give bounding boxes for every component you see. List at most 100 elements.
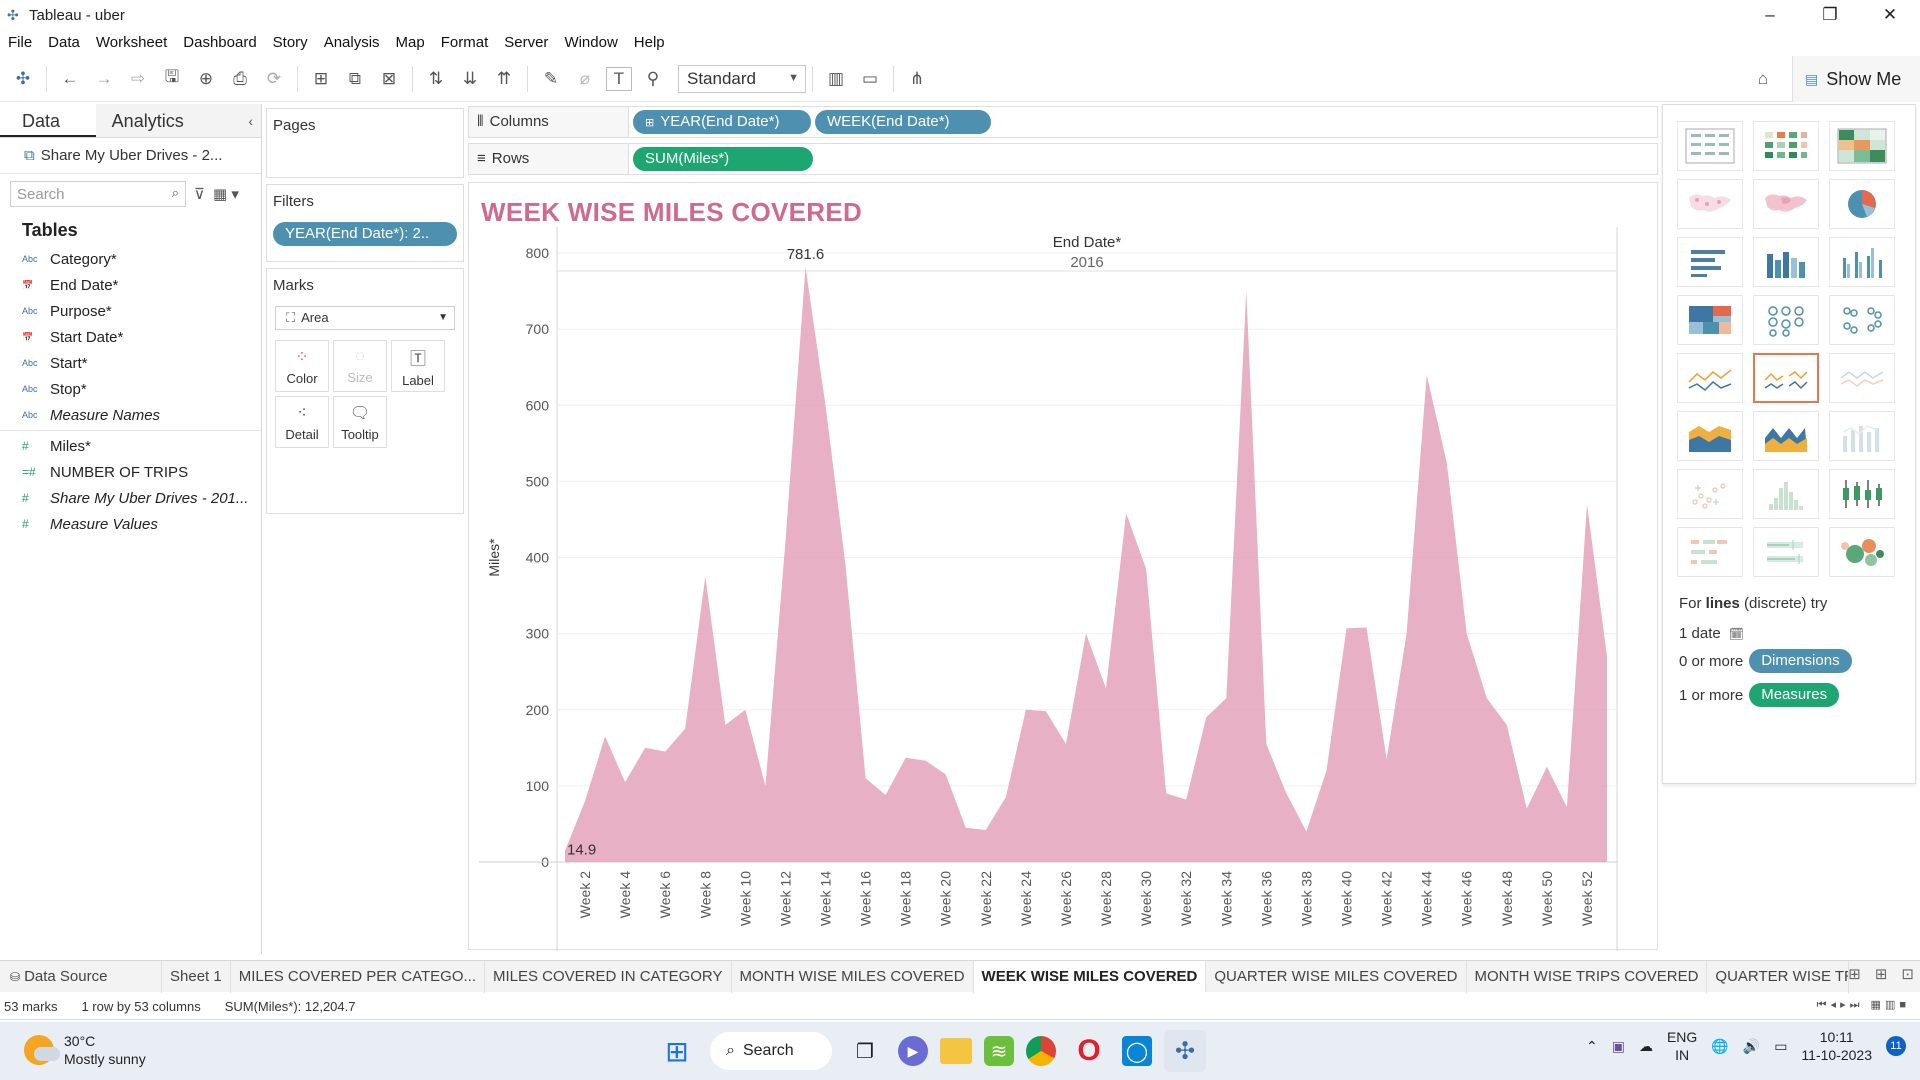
weather-widget[interactable]: 30°C Mostly sunny [24,1032,146,1068]
app-tray-icon[interactable]: ▣ [1612,1038,1625,1055]
filled-map-chart-icon[interactable] [1753,179,1819,229]
field-item[interactable]: # Miles* [0,433,261,459]
data-point[interactable] [662,749,668,755]
label-button[interactable]: 🅃 Label [391,340,445,392]
file-explorer-icon[interactable] [940,1038,972,1064]
discrete-lines-chart-icon[interactable] [1753,353,1819,403]
columns-shelf[interactable]: ⦀ Columns ⊞ YEAR(End Date*) WEEK(End Date*… [468,106,1658,138]
view-options-icon[interactable]: ▦ ▾ [213,185,239,203]
filter-icon[interactable]: ⊽ [194,185,205,203]
new-story-icon[interactable]: ⊡ [1901,965,1914,983]
field-item[interactable]: Abc Category* [0,246,261,272]
opera-icon[interactable]: O [1068,1030,1110,1072]
data-point[interactable] [1243,288,1249,294]
heat-map-chart-icon[interactable] [1753,121,1819,171]
data-point[interactable] [642,745,648,751]
pie-chart-icon[interactable] [1829,179,1895,229]
data-point[interactable] [1283,791,1289,797]
tab-sheet[interactable]: QUARTER WISE TRI [1707,960,1850,993]
field-item[interactable]: # Share My Uber Drives - 201... [0,485,261,511]
menu-map[interactable]: Map [396,34,425,51]
duplicate-sheet-icon[interactable]: ⧉ [338,64,372,94]
data-point[interactable] [1584,501,1590,507]
new-datasource-icon[interactable]: ⊕ [189,64,223,94]
field-item[interactable]: 📅 Start Date* [0,324,261,350]
new-worksheet-icon[interactable]: ⊞ [304,64,338,94]
data-point[interactable] [782,539,788,545]
data-point[interactable] [722,722,728,728]
data-point[interactable] [1524,806,1530,812]
area-chart[interactable]: End Date*20160100200300400500600700800Mi… [469,183,1659,951]
undo-icon[interactable]: ← [53,64,87,94]
task-view-icon[interactable]: ❐ [844,1030,886,1072]
tab-sheet[interactable]: MILES COVERED PER CATEGO... [231,960,485,993]
data-point[interactable] [883,792,889,798]
data-point[interactable] [1023,707,1029,713]
battery-icon[interactable]: ▭ [1774,1038,1787,1055]
refresh-icon[interactable]: ⟳ [257,64,291,94]
histogram-chart-icon[interactable] [1753,469,1819,519]
data-point[interactable] [1364,625,1370,631]
field-item[interactable]: # Measure Values [0,511,261,537]
language-indicator[interactable]: ENG IN [1667,1028,1697,1064]
menu-help[interactable]: Help [634,34,665,51]
tab-data-source[interactable]: ⛁ Data Source [0,960,162,993]
data-point[interactable] [1163,791,1169,797]
chrome-icon[interactable] [1026,1036,1056,1066]
highlight-table-chart-icon[interactable] [1829,121,1895,171]
tableau-logo-icon[interactable]: ✣ [6,64,40,94]
scatter-plot-chart-icon[interactable] [1677,469,1743,519]
color-button[interactable]: ⁘ Color [275,340,329,392]
fit-mode-select[interactable]: Standard ▼ [678,64,806,93]
close-button[interactable]: ✕ [1860,0,1920,30]
highlight-icon[interactable]: ✎ [534,64,568,94]
data-point[interactable] [863,775,869,781]
symbol-map-chart-icon[interactable] [1677,179,1743,229]
data-point[interactable] [682,726,688,732]
data-point[interactable] [1183,797,1189,803]
horizontal-bars-chart-icon[interactable] [1677,237,1743,287]
pause-updates-icon[interactable]: ⎙ [223,64,257,94]
dual-combination-chart-icon[interactable] [1829,411,1895,461]
data-point[interactable] [1203,714,1209,720]
circle-views-chart-icon[interactable] [1753,295,1819,345]
data-point[interactable] [1103,685,1109,691]
group-icon[interactable]: ⌀ [568,64,602,94]
data-point[interactable] [1083,631,1089,637]
columns-pill-year[interactable]: ⊞ YEAR(End Date*) [633,110,811,134]
redo-icon[interactable]: → [87,64,121,94]
box-whisker-chart-icon[interactable] [1829,469,1895,519]
data-point[interactable] [983,827,989,833]
data-point[interactable] [1063,741,1069,747]
field-item[interactable]: Abc Measure Names [0,402,261,428]
menu-format[interactable]: Format [441,34,489,51]
menu-dashboard[interactable]: Dashboard [183,34,256,51]
side-by-side-bars-chart-icon[interactable] [1829,237,1895,287]
onedrive-icon[interactable]: ☁ [1639,1038,1653,1055]
data-point[interactable] [1604,654,1610,660]
tab-sheet-active[interactable]: WEEK WISE MILES COVERED [973,960,1207,993]
data-point[interactable] [702,574,708,580]
datasource-item[interactable]: ⧉ Share My Uber Drives - 2... [0,138,261,174]
chevron-up-icon[interactable]: ⌃ [1586,1038,1598,1055]
data-point[interactable] [1043,708,1049,714]
new-dashboard-icon[interactable]: ⊞ [1875,965,1888,983]
packed-bubbles-chart-icon[interactable] [1829,527,1895,577]
size-button[interactable]: ◌ Size [333,340,387,392]
minimize-button[interactable]: – [1740,0,1800,30]
data-point[interactable] [1404,631,1410,637]
replay-icon[interactable]: ⇨ [121,64,155,94]
clear-sheet-icon[interactable]: ⊠ [372,64,406,94]
data-point[interactable] [1263,741,1269,747]
filter-pill[interactable]: YEAR(End Date*): 2.. [273,222,457,246]
data-point[interactable] [602,733,608,739]
tab-sheet[interactable]: MONTH WISE MILES COVERED [732,960,974,993]
data-point[interactable] [803,264,809,270]
pages-card[interactable]: Pages [266,108,464,178]
data-point[interactable] [1223,695,1229,701]
taskbar-search[interactable]: ⌕ Search [710,1032,832,1070]
treemap-chart-icon[interactable] [1677,295,1743,345]
detail-button[interactable]: ⁖ Detail [275,396,329,448]
data-point[interactable] [903,755,909,761]
network-icon[interactable]: 🌐 [1711,1038,1728,1055]
